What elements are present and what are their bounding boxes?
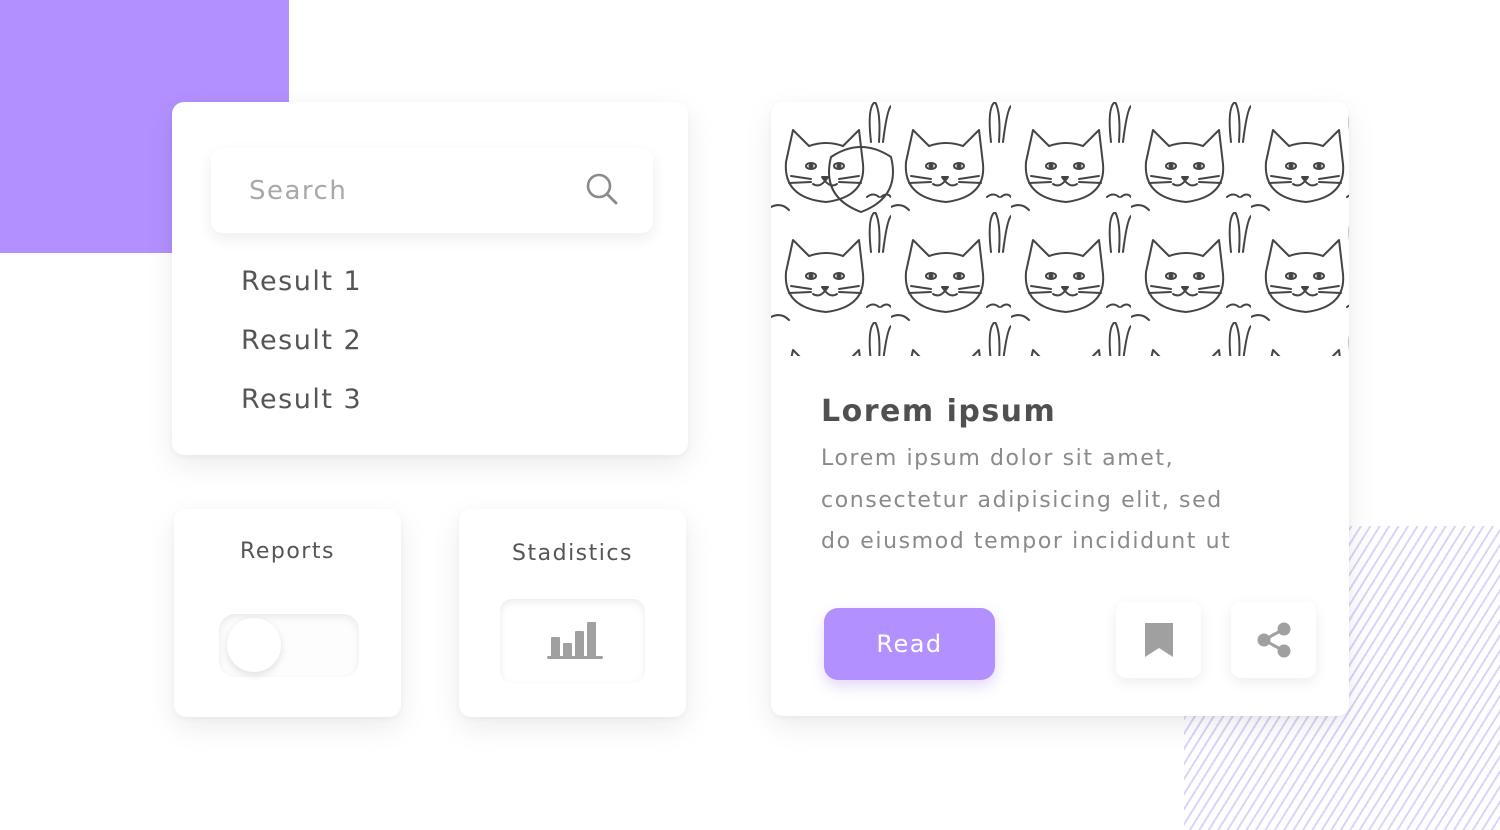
share-icon [1257, 622, 1290, 658]
reports-toggle[interactable] [219, 614, 359, 677]
statistics-title: Stadistics [512, 541, 633, 566]
article-image [771, 102, 1349, 356]
search-icon[interactable] [585, 172, 619, 206]
search-input[interactable] [247, 174, 571, 207]
article-card: Lorem ipsum Lorem ipsum dolor sit amet, … [771, 102, 1349, 716]
article-body-line: do eiusmod tempor incididunt ut [821, 529, 1232, 554]
reports-title: Reports [240, 539, 335, 564]
article-body-line: consectetur adipisicing elit, sed [821, 487, 1223, 513]
search-box [211, 148, 653, 233]
bookmark-button[interactable] [1116, 602, 1201, 678]
article-title: Lorem ipsum [821, 394, 1057, 429]
search-result-item[interactable]: Result 1 [241, 262, 362, 321]
bookmark-icon [1144, 623, 1173, 657]
search-results-list: Result 1 Result 2 Result 3 [241, 262, 362, 439]
bar-chart-icon [547, 622, 603, 659]
search-result-item[interactable]: Result 3 [241, 380, 362, 439]
statistics-card: Stadistics [459, 509, 686, 717]
toggle-knob[interactable] [227, 618, 281, 672]
article-body: Lorem ipsum dolor sit amet, consectetur … [821, 438, 1281, 563]
search-card: Result 1 Result 2 Result 3 [172, 102, 688, 455]
reports-card: Reports [174, 509, 401, 717]
statistics-button[interactable] [500, 599, 645, 683]
share-button[interactable] [1231, 602, 1316, 678]
search-result-item[interactable]: Result 2 [241, 321, 362, 380]
article-body-line: Lorem ipsum dolor sit amet, [821, 446, 1175, 471]
read-button[interactable]: Read [824, 608, 995, 680]
